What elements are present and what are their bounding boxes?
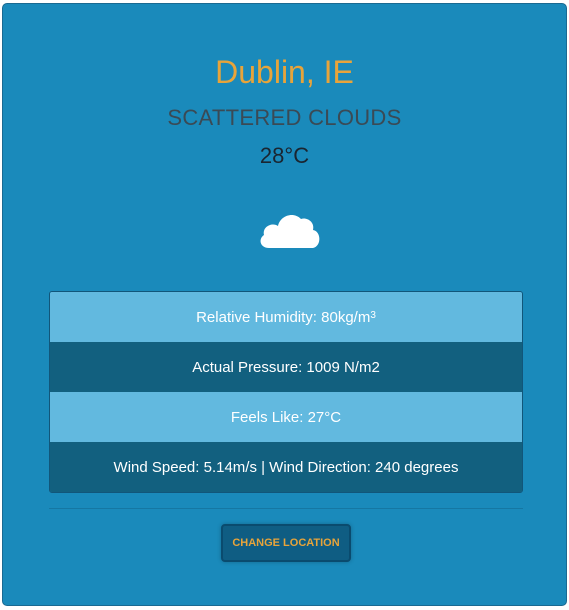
- humidity-exponent: 3: [370, 309, 376, 321]
- feels-like-label: Feels Like: 27°C: [230, 408, 342, 426]
- pressure-row: Actual Pressure: 1009 N/m2: [50, 342, 522, 392]
- feels-like-row: Feels Like: 27°C: [50, 392, 522, 442]
- divider: [49, 508, 523, 509]
- pressure-label: Actual Pressure: 1009 N/m2: [192, 358, 380, 376]
- humidity-label: Relative Humidity: 80kg/m: [196, 308, 371, 326]
- city-title: Dublin, IE: [215, 54, 354, 90]
- wind-row: Wind Speed: 5.14m/s | Wind Direction: 24…: [50, 442, 522, 492]
- wind-label: Wind Speed: 5.14m/s | Wind Direction: 24…: [113, 458, 459, 476]
- temperature: 28°C: [259, 143, 310, 168]
- weather-details-list: Relative Humidity: 80kg/m 3 Actual Pressu…: [49, 291, 523, 493]
- cloud-icon: [260, 215, 320, 248]
- change-location-button[interactable]: CHANGE LOCATION: [221, 524, 351, 562]
- humidity-row: Relative Humidity: 80kg/m 3: [50, 292, 522, 342]
- weather-card: Dublin, IE SCATTERED CLOUDS 28°C Relativ…: [2, 3, 567, 606]
- weather-description: SCATTERED CLOUDS: [167, 105, 402, 130]
